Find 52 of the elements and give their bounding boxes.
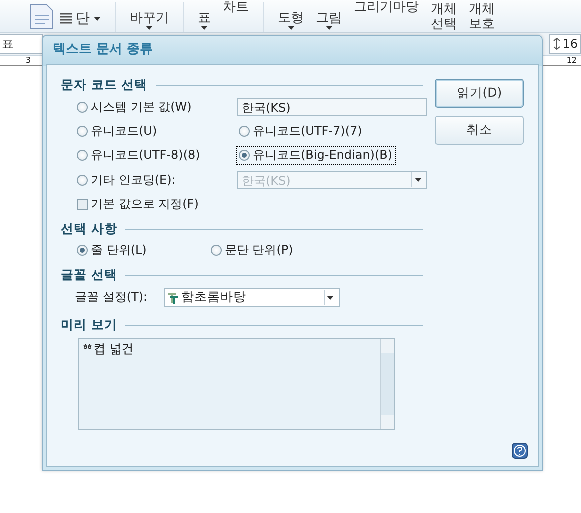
caret-icon (94, 17, 101, 21)
font-label: 글꼴 설정(T): (75, 289, 148, 306)
scrollbar[interactable] (380, 339, 394, 429)
ruler-number: 12 (566, 56, 577, 65)
columns-icon (60, 13, 72, 25)
toolbar-button[interactable]: 차트 (217, 0, 255, 17)
font-icon (166, 292, 179, 304)
caret-icon (327, 296, 334, 300)
dialog-button[interactable]: 취소 (435, 116, 524, 145)
font-combo[interactable]: 함초롬바탕 (164, 288, 340, 307)
radio-button[interactable] (77, 245, 88, 256)
columns-menu[interactable]: 단 (54, 10, 107, 32)
radio-button[interactable] (210, 245, 222, 256)
encoding-field[interactable]: 한국(KS) (237, 98, 427, 116)
radio-option[interactable]: 유니코드(U) (75, 123, 160, 140)
radio-button[interactable] (77, 102, 88, 112)
radio-option[interactable]: 유니코드(Big-Endian)(B) (237, 147, 395, 164)
dialog-title: 텍스트 문서 종류 (52, 41, 154, 59)
style-combo[interactable]: 표 (0, 34, 43, 54)
radio-option[interactable]: 유니코드(UTF-7)(7) (237, 123, 364, 140)
section-heading: 문자 코드 선택 (61, 77, 148, 94)
toolbar-button[interactable]: 그리기마당 (348, 0, 425, 17)
radio-button[interactable] (239, 126, 250, 137)
toolbar-button[interactable]: 표 (192, 11, 217, 32)
ruler-number: 3 (26, 56, 32, 65)
toolbar-button[interactable]: 개체 선택 (425, 2, 463, 32)
help-icon[interactable] (512, 443, 528, 459)
caret-icon (201, 26, 208, 30)
radio-option[interactable]: 시스템 기본 값(W) (75, 98, 194, 116)
caret-icon (326, 26, 332, 30)
default-checkbox[interactable]: 기본 값으로 지정(F) (75, 196, 201, 213)
preview-box: ᅘ켭 넓건 (78, 338, 395, 430)
radio-button[interactable] (77, 150, 88, 161)
section-heading: 미리 보기 (61, 317, 118, 334)
toolbar-button[interactable]: 바꾸기 (124, 11, 175, 32)
dialog-button[interactable]: 읽기(D) (435, 79, 524, 108)
caret-icon (146, 26, 153, 30)
radio-option[interactable]: 줄 단위(L) (75, 242, 149, 259)
caret-icon (414, 178, 422, 182)
section-heading: 선택 사항 (61, 221, 118, 238)
document-icon[interactable] (30, 4, 54, 30)
radio-option[interactable]: 문단 단위(P) (208, 242, 296, 259)
radio-option[interactable]: 유니코드(UTF-8)(8) (75, 147, 202, 164)
radio-button[interactable] (239, 150, 250, 161)
spacing-icon (552, 38, 561, 50)
line-spacing-field[interactable]: 16 (549, 34, 581, 54)
toolbar-button[interactable]: 도형 (272, 11, 310, 32)
section-heading: 글꼴 선택 (61, 267, 118, 284)
toolbar-button[interactable]: 그림 (310, 11, 348, 32)
radio-button[interactable] (77, 126, 88, 137)
caret-icon (288, 26, 294, 30)
toolbar-button[interactable]: 개체 보호 (463, 2, 501, 32)
